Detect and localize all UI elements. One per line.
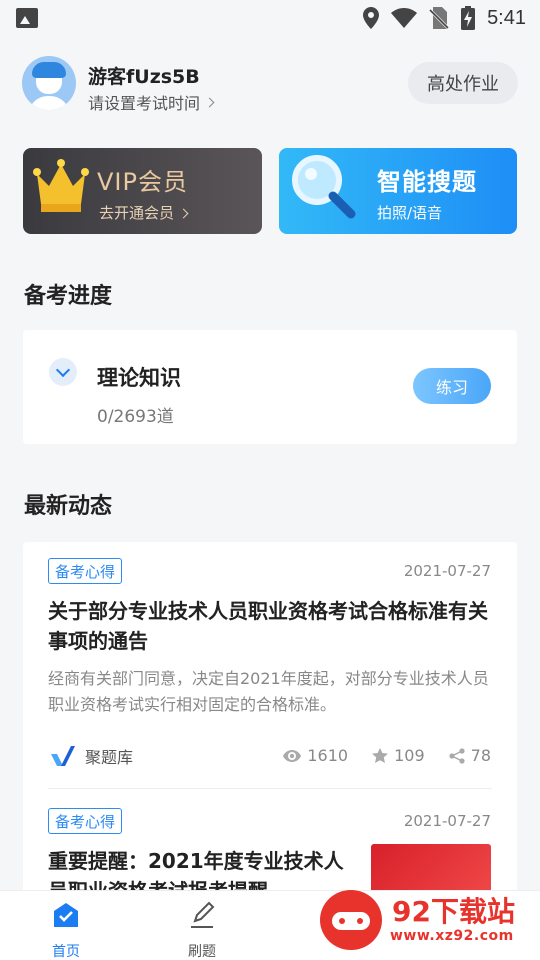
gamepad-logo-icon xyxy=(320,890,382,950)
watermark-brand: 92下载站 xyxy=(392,895,515,928)
shares-stat[interactable]: 78 xyxy=(449,746,491,765)
avatar[interactable] xyxy=(22,56,76,110)
status-icons: 5:41 xyxy=(363,6,526,30)
tab-practice[interactable]: 刷题 xyxy=(172,901,232,960)
practice-button[interactable]: 练习 xyxy=(413,368,491,404)
no-sim-icon xyxy=(429,7,450,29)
vip-card[interactable]: VIP会员 去开通会员 xyxy=(23,148,262,234)
chevron-right-icon xyxy=(178,208,189,218)
eye-icon xyxy=(283,749,302,762)
views-stat: 1610 xyxy=(283,746,348,765)
clock: 5:41 xyxy=(487,6,526,29)
gallery-notification-icon xyxy=(16,8,38,28)
news-stats: 1610 109 78 xyxy=(283,746,491,765)
smart-search-subtitle: 拍照/语音 xyxy=(377,204,443,222)
stars-stat[interactable]: 109 xyxy=(372,746,425,765)
set-exam-time-link[interactable]: 请设置考试时间 xyxy=(88,90,215,114)
subject-name: 理论知识 xyxy=(97,366,181,390)
battery-charging-icon xyxy=(461,6,476,30)
news-tag: 备考心得 xyxy=(48,808,123,834)
location-icon xyxy=(363,7,380,29)
watermark-url: www.xz92.com xyxy=(390,928,514,944)
subject-question-count: 0/2693道 xyxy=(97,407,174,427)
profile-header: 游客fUzs5B 请设置考试时间 高处作业 xyxy=(22,56,518,113)
news-title: 关于部分专业技术人员职业资格考试合格标准有关事项的通告 xyxy=(48,599,488,653)
smart-search-card[interactable]: 智能搜题 拍照/语音 xyxy=(279,148,517,234)
tab-home-label: 首页 xyxy=(52,944,80,960)
news-tag: 备考心得 xyxy=(48,558,123,584)
exam-category-button[interactable]: 高处作业 xyxy=(408,62,518,104)
watermark: 92下载站 www.xz92.com xyxy=(320,884,532,954)
chevron-down-icon[interactable] xyxy=(49,358,77,386)
tab-home[interactable]: 首页 xyxy=(36,901,96,960)
vip-title: VIP会员 xyxy=(97,168,188,196)
views-count: 1610 xyxy=(307,746,349,765)
wifi-icon xyxy=(391,8,418,28)
news-section-title: 最新动态 xyxy=(24,494,113,519)
news-date: 2021-07-27 xyxy=(403,812,491,830)
edit-icon xyxy=(191,901,215,928)
share-icon xyxy=(449,747,465,764)
subject-progress-card: 理论知识 0/2693道 练习 xyxy=(23,330,517,444)
username: 游客fUzs5B xyxy=(88,66,200,88)
progress-section-title: 备考进度 xyxy=(24,284,113,309)
source-name: 聚题库 xyxy=(85,748,134,767)
tab-practice-label: 刷题 xyxy=(188,944,216,960)
star-icon xyxy=(372,747,389,763)
source-logo-icon xyxy=(51,746,75,766)
news-divider xyxy=(48,788,492,789)
news-date: 2021-07-27 xyxy=(403,562,491,580)
vip-subtitle: 去开通会员 xyxy=(99,202,189,223)
status-bar: 5:41 xyxy=(0,0,540,36)
news-source: 聚题库 xyxy=(51,744,133,768)
stars-count: 109 xyxy=(394,746,425,765)
chevron-right-icon xyxy=(204,97,215,108)
set-exam-time-label: 请设置考试时间 xyxy=(88,94,201,113)
crown-icon xyxy=(33,159,89,212)
vip-subtitle-text: 去开通会员 xyxy=(99,204,175,222)
home-icon xyxy=(54,903,78,927)
smart-search-title: 智能搜题 xyxy=(377,168,477,196)
news-description: 经商有关部门同意，决定自2021年度起，对部分专业技术人员职业资格考试实行相对固… xyxy=(48,669,489,714)
shares-count: 78 xyxy=(470,746,491,765)
promo-cards: VIP会员 去开通会员 智能搜题 拍照/语音 xyxy=(23,148,517,234)
news-list: 备考心得 2021-07-27 关于部分专业技术人员职业资格考试合格标准有关事项… xyxy=(23,542,517,902)
magnifier-icon xyxy=(292,155,356,219)
